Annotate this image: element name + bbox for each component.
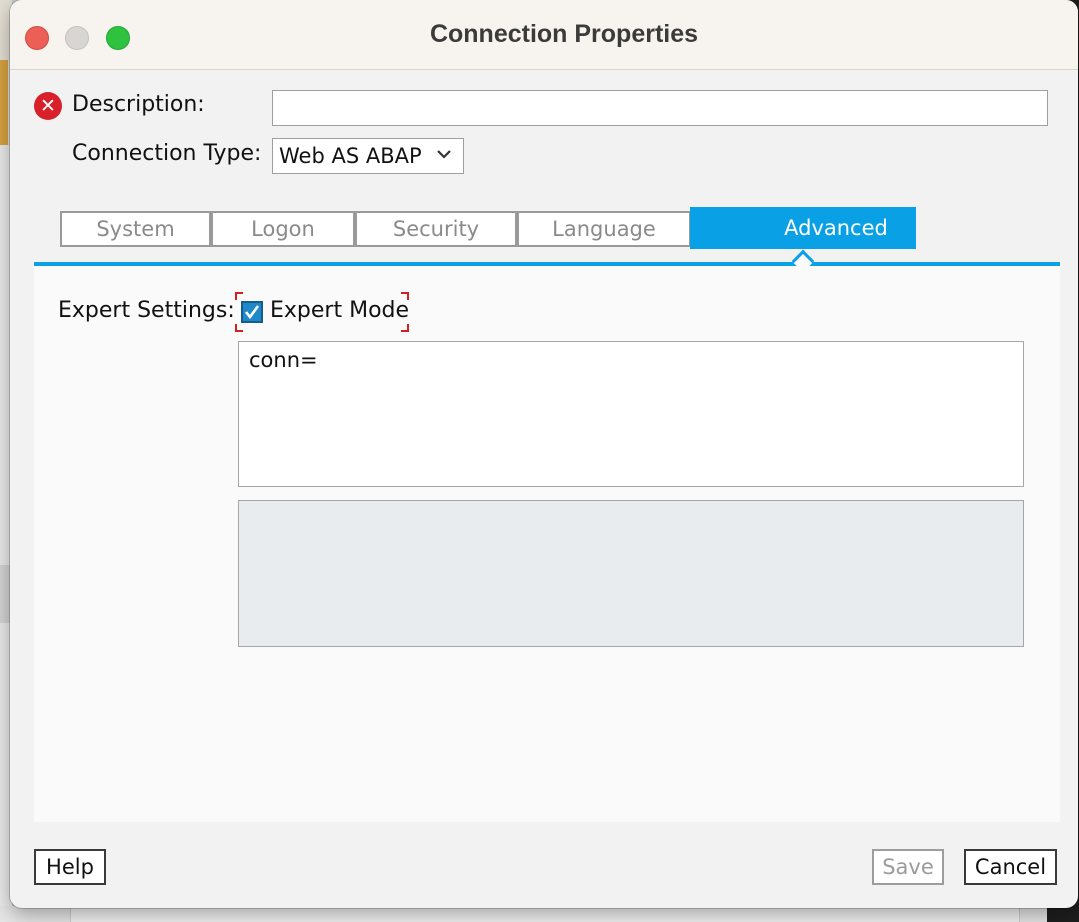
tab-label: Advanced — [784, 216, 888, 240]
background-app-accent — [0, 60, 8, 145]
tab-system[interactable]: System — [60, 211, 211, 247]
expert-mode-checkbox[interactable]: Expert Mode — [235, 292, 409, 332]
title-bar: Connection Properties — [10, 0, 1078, 70]
expert-settings-label: Expert Settings: — [58, 298, 235, 323]
focus-ring — [401, 324, 409, 332]
save-button[interactable]: Save — [872, 849, 944, 885]
checkmark-icon — [244, 305, 260, 320]
connection-type-label: Connection Type: — [72, 141, 262, 166]
expert-output-area — [238, 500, 1024, 647]
tab-advanced[interactable]: Advanced — [690, 207, 916, 249]
tab-label: Language — [552, 217, 656, 241]
tab-label: System — [96, 217, 175, 241]
error-icon: ✕ — [34, 92, 62, 120]
checkbox-box[interactable] — [241, 301, 263, 323]
tab-strip-underline — [34, 262, 1060, 266]
tab-label: Logon — [251, 217, 315, 241]
focus-ring — [235, 324, 243, 332]
description-label: Description: — [72, 92, 205, 117]
tab-logon[interactable]: Logon — [211, 211, 355, 247]
tab-label: Security — [392, 217, 480, 241]
background-app-bottom-panel — [70, 906, 1020, 922]
connection-type-value: Web AS ABAP — [279, 144, 422, 168]
connection-properties-dialog: Connection Properties ✕ Description: Con… — [10, 0, 1078, 908]
tab-language[interactable]: Language — [517, 211, 691, 247]
chevron-down-icon — [437, 150, 451, 159]
tab-security[interactable]: Security — [355, 211, 517, 247]
description-input[interactable] — [272, 90, 1048, 126]
expert-config-textarea[interactable]: conn= — [238, 341, 1024, 487]
connection-type-select[interactable]: Web AS ABAP — [272, 138, 464, 174]
focus-ring — [235, 292, 243, 300]
help-button[interactable]: Help — [34, 849, 106, 885]
cancel-button[interactable]: Cancel — [964, 849, 1057, 885]
expert-mode-label: Expert Mode — [270, 298, 410, 323]
window-title: Connection Properties — [429, 20, 699, 48]
